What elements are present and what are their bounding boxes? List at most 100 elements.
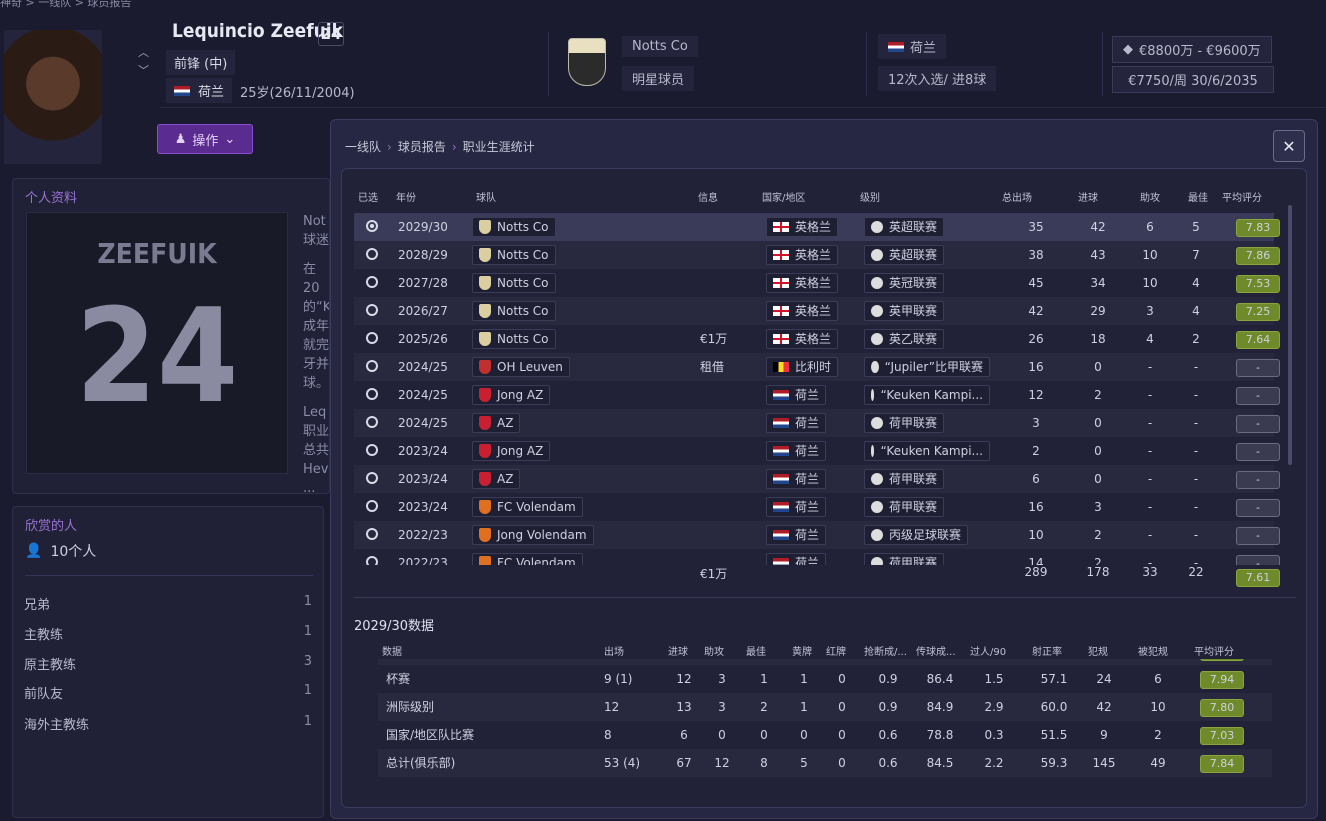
- team-chip[interactable]: OH Leuven: [472, 357, 570, 377]
- admirers-count[interactable]: 👤 10个人: [25, 541, 96, 561]
- table-row[interactable]: 2028/29 Notts Co 英格兰 英超联赛 38 43 10 7 7.86: [354, 241, 1280, 269]
- team-chip[interactable]: Notts Co: [472, 301, 556, 321]
- admirer-row[interactable]: 兄弟 1: [24, 594, 314, 613]
- league-chip[interactable]: 荷甲联赛: [864, 497, 945, 517]
- team-chip[interactable]: Notts Co: [472, 273, 556, 293]
- select-radio[interactable]: [366, 220, 378, 232]
- league-chip[interactable]: 英乙联赛: [864, 329, 945, 349]
- year-cell: 2023/24: [398, 472, 448, 486]
- col-nation[interactable]: 国家/地区: [762, 189, 805, 204]
- league-chip[interactable]: 英超联赛: [864, 217, 945, 237]
- select-radio[interactable]: [366, 304, 378, 316]
- nation-chip[interactable]: 荷兰: [766, 497, 827, 517]
- nation-chip[interactable]: 英格兰: [766, 329, 839, 349]
- action-button[interactable]: ♟ 操作 ⌄: [157, 124, 253, 154]
- nation-chip[interactable]: 英格兰: [766, 301, 839, 321]
- league-chip[interactable]: 英冠联赛: [864, 273, 945, 293]
- team-chip[interactable]: AZ: [472, 413, 521, 433]
- team-chip[interactable]: Jong AZ: [472, 385, 551, 405]
- league-chip[interactable]: 英超联赛: [864, 245, 945, 265]
- col-rating[interactable]: 平均评分: [1222, 189, 1262, 204]
- col-year[interactable]: 年份: [396, 189, 416, 204]
- col-best[interactable]: 最佳: [1188, 189, 1208, 204]
- col-goals[interactable]: 进球: [1078, 189, 1098, 204]
- team-chip[interactable]: FC Volendam: [472, 497, 583, 517]
- team-chip[interactable]: AZ: [472, 469, 521, 489]
- nation-chip[interactable]: 荷兰: [766, 441, 827, 461]
- league-chip[interactable]: 荷甲联赛: [864, 553, 945, 565]
- league-chip[interactable]: 英甲联赛: [864, 301, 945, 321]
- nation-chip[interactable]: 荷兰: [766, 413, 827, 433]
- top-breadcrumb[interactable]: 神奇 > 一线队 > 球员报告: [0, 0, 131, 10]
- goals-cell: 0: [1094, 360, 1102, 374]
- rating-badge: -: [1236, 359, 1280, 377]
- table-row[interactable]: 2023/24 FC Volendam 荷兰 荷甲联赛 16 3 - - -: [354, 493, 1280, 521]
- assists-cell: 12: [714, 756, 730, 770]
- select-radio[interactable]: [366, 276, 378, 288]
- table-row[interactable]: 2026/27 Notts Co 英格兰 英甲联赛 42 29 3 4 7.25: [354, 297, 1280, 325]
- league-chip[interactable]: “Jupiler”比甲联赛: [864, 357, 990, 377]
- best-cell: -: [1193, 360, 1199, 374]
- crumb-first-team[interactable]: 一线队: [345, 140, 381, 154]
- team-chip[interactable]: Notts Co: [472, 329, 556, 349]
- league-chip[interactable]: 丙级足球联赛: [864, 525, 969, 545]
- admirer-row[interactable]: 海外主教练 1: [24, 714, 314, 733]
- nation-chip[interactable]: 英格兰: [766, 245, 839, 265]
- team-chip[interactable]: Notts Co: [472, 245, 556, 265]
- col-team[interactable]: 球队: [476, 189, 496, 204]
- player-nav-arrows[interactable]: ︿ ﹀: [138, 44, 149, 80]
- select-radio[interactable]: [366, 556, 378, 565]
- col-level[interactable]: 级别: [860, 189, 880, 204]
- table-row[interactable]: 2022/23 Jong Volendam 荷兰 丙级足球联赛 10 2 - - -: [354, 521, 1280, 549]
- league-chip[interactable]: 荷甲联赛: [864, 413, 945, 433]
- chevron-down-icon[interactable]: ﹀: [138, 62, 149, 80]
- table-row[interactable]: 2023/24 Jong AZ 荷兰 “Keuken Kampi... 2 0 - - -: [354, 437, 1280, 465]
- admirer-row[interactable]: 主教练 1: [24, 624, 314, 643]
- select-radio[interactable]: [366, 500, 378, 512]
- select-radio[interactable]: [366, 528, 378, 540]
- table-row[interactable]: 2024/25 OH Leuven 租借 比利时 “Jupiler”比甲联赛 16 0 - - -: [354, 353, 1280, 381]
- league-chip[interactable]: “Keuken Kampi...: [864, 385, 990, 405]
- select-radio[interactable]: [366, 472, 378, 484]
- admirer-row[interactable]: 原主教练 3: [24, 654, 314, 673]
- table-row[interactable]: 2029/30 Notts Co 英格兰 英超联赛 35 42 6 5 7.83: [354, 213, 1280, 241]
- league-chip[interactable]: 荷甲联赛: [864, 469, 945, 489]
- table-row[interactable]: 2022/23 FC Volendam 荷兰 荷甲联赛 14 2 - - -: [354, 549, 1280, 565]
- nation-chip[interactable]: 荷兰: [766, 385, 827, 405]
- close-button[interactable]: ✕: [1273, 130, 1305, 162]
- chevron-up-icon[interactable]: ︿: [138, 44, 149, 62]
- select-radio[interactable]: [366, 388, 378, 400]
- select-radio[interactable]: [366, 444, 378, 456]
- nation-chip[interactable]: 英格兰: [766, 217, 839, 237]
- team-chip[interactable]: Jong AZ: [472, 441, 551, 461]
- select-radio[interactable]: [366, 332, 378, 344]
- nation-chip[interactable]: 荷兰: [766, 469, 827, 489]
- select-radio[interactable]: [366, 248, 378, 260]
- crumb-player-report[interactable]: 球员报告: [398, 140, 446, 154]
- table-row[interactable]: 2023/24 AZ 荷兰 荷甲联赛 6 0 - - -: [354, 465, 1280, 493]
- best-cell: -: [1193, 416, 1199, 430]
- table-row[interactable]: 2025/26 Notts Co €1万 英格兰 英乙联赛 26 18 4 2 7.64: [354, 325, 1280, 353]
- table-row[interactable]: 2024/25 Jong AZ 荷兰 “Keuken Kampi... 12 2 - - -: [354, 381, 1280, 409]
- table-row[interactable]: 2027/28 Notts Co 英格兰 英冠联赛 45 34 10 4 7.53: [354, 269, 1280, 297]
- admirer-row[interactable]: 前队友 1: [24, 683, 314, 702]
- assists-cell: 3: [718, 672, 726, 686]
- nation-chip[interactable]: 英格兰: [766, 273, 839, 293]
- table-row[interactable]: 2024/25 AZ 荷兰 荷甲联赛 3 0 - - -: [354, 409, 1280, 437]
- col-info[interactable]: 信息: [698, 189, 718, 204]
- select-radio[interactable]: [366, 416, 378, 428]
- team-chip[interactable]: Jong Volendam: [472, 525, 594, 545]
- team-chip[interactable]: Notts Co: [472, 217, 556, 237]
- nation-chip[interactable]: 荷兰: [766, 525, 827, 545]
- col-assists[interactable]: 助攻: [1140, 189, 1160, 204]
- team-chip[interactable]: FC Volendam: [472, 553, 583, 565]
- nation-chip[interactable]: 荷兰: [766, 553, 827, 565]
- league-chip[interactable]: “Keuken Kampi...: [864, 441, 990, 461]
- club-badge-icon[interactable]: [568, 38, 606, 86]
- scrollbar[interactable]: [1288, 205, 1292, 465]
- col-selected[interactable]: 已选: [358, 189, 378, 204]
- select-radio[interactable]: [366, 360, 378, 372]
- col-apps[interactable]: 总出场: [1002, 189, 1032, 204]
- nation-chip[interactable]: 比利时: [766, 357, 839, 377]
- club-name[interactable]: Notts Co: [622, 36, 698, 57]
